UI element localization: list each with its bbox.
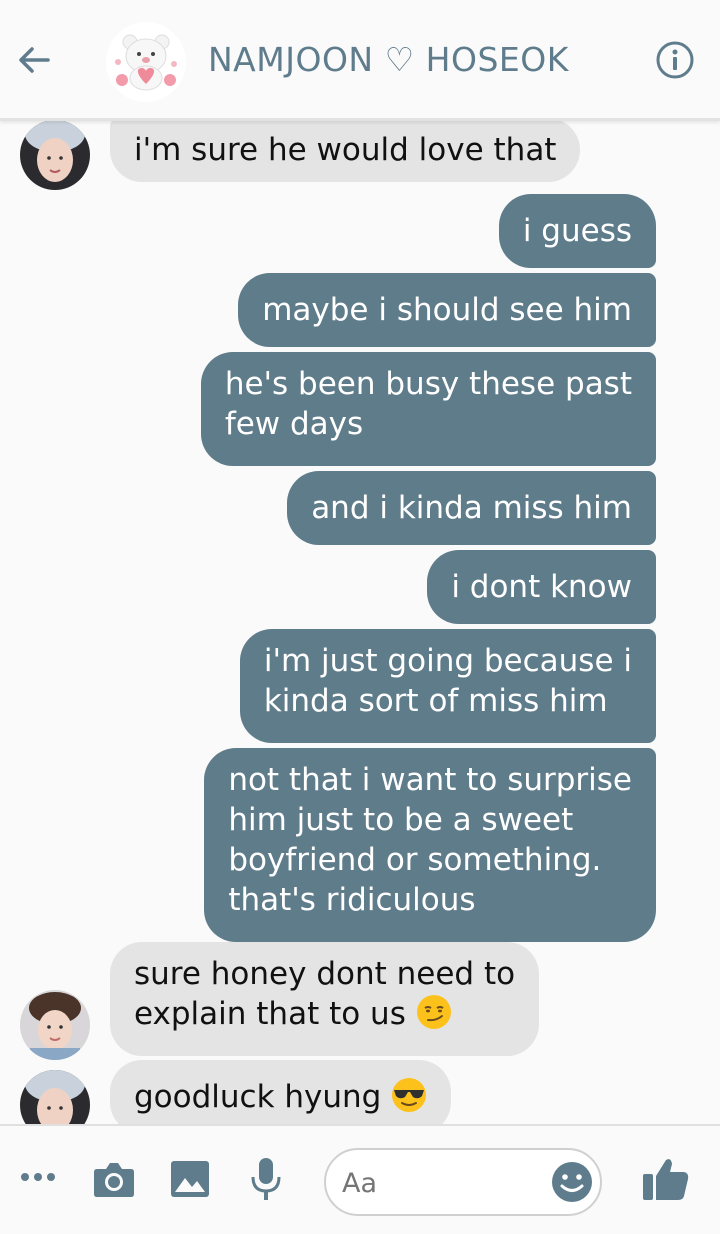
message-bubble[interactable]: not that i want to surprise him just to … [204,748,656,942]
message-text: i dont know [451,569,632,605]
thumbs-up-icon[interactable] [642,1156,690,1202]
avatar-namjoon[interactable] [20,1070,90,1124]
message-text: and i kinda miss him [311,490,632,526]
message-bubble[interactable]: goodluck hyung [110,1060,452,1124]
message-line: him just to be a sweet [228,802,574,838]
message-text: maybe i should see him [262,292,632,328]
group-avatar[interactable] [106,22,186,102]
chat-header: NAMJOON ♡ HOSEOK [0,0,720,121]
composer-bar [0,1124,720,1234]
message-bubble[interactable]: i guess [498,194,656,268]
info-circle-icon[interactable] [655,40,695,80]
message-bubble[interactable]: sure honey dont need to explain that to … [110,942,540,1056]
message-line: i'm just going because i [263,643,632,679]
sunglasses-emoji-icon [392,1078,427,1112]
message-line: he's been busy these past [224,366,632,402]
more-icon[interactable] [20,1170,56,1184]
message-bubble[interactable]: he's been busy these past few days [200,352,656,466]
arrow-left-icon[interactable] [14,40,54,80]
message-text: i'm sure he would love that [134,132,557,168]
smirk-emoji-icon [416,995,451,1029]
message-bubble[interactable]: i'm just going because i kinda sort of m… [239,629,656,743]
message-text: goodluck hyung [134,1079,382,1115]
message-line: that's ridiculous [228,882,476,918]
message-bubble[interactable]: i dont know [427,550,656,624]
message-bubble[interactable]: and i kinda miss him [287,471,656,545]
camera-icon[interactable] [93,1160,135,1198]
microphone-icon[interactable] [250,1156,282,1202]
message-bubble[interactable]: maybe i should see him [238,273,656,347]
bear-sticker-icon [106,22,186,102]
message-input-field[interactable] [324,1148,602,1216]
message-line: few days [224,406,364,442]
message-line-with-emoji: explain that to us [134,994,515,1034]
emoji-icon[interactable] [550,1160,594,1204]
message-bubble[interactable]: i'm sure he would love that [110,120,581,182]
message-input[interactable] [340,1162,544,1204]
message-text: i guess [522,213,632,249]
message-line: sure honey dont need to [134,956,516,992]
message-line: explain that to us [134,996,406,1032]
message-line: boyfriend or something. [228,842,602,878]
message-list[interactable]: i'm sure he would love that i guess mayb… [0,120,720,1124]
image-icon[interactable] [170,1160,210,1198]
conversation-title: NAMJOON ♡ HOSEOK [208,40,569,79]
message-line: kinda sort of miss him [263,683,608,719]
message-line: not that i want to surprise [228,762,632,798]
avatar-namjoon[interactable] [20,120,90,190]
avatar-hoseok[interactable] [20,990,90,1060]
